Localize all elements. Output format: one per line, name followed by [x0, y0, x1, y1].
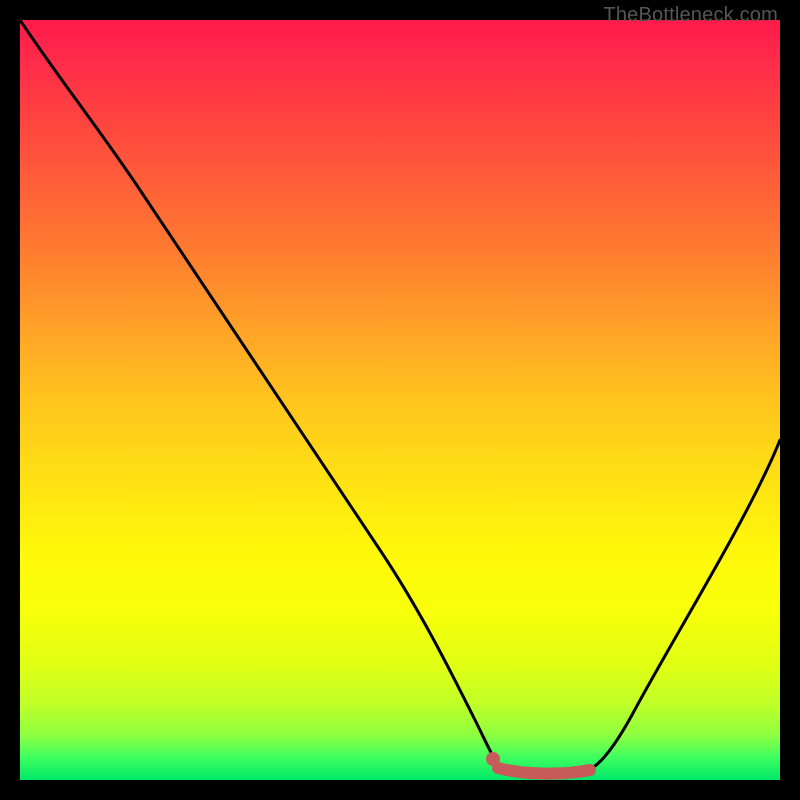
curve-layer [20, 20, 780, 780]
bottleneck-curve [20, 20, 780, 774]
highlight-segment [498, 768, 590, 774]
watermark-text: TheBottleneck.com [603, 4, 778, 27]
chart-container: TheBottleneck.com [0, 0, 800, 800]
